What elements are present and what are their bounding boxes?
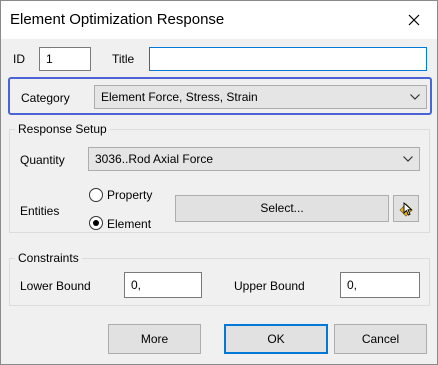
pick-button[interactable] <box>393 195 419 222</box>
close-button[interactable] <box>391 1 437 39</box>
lower-bound-field[interactable]: 0, <box>124 272 202 298</box>
category-label: Category <box>21 91 70 105</box>
dialog: Element Optimization Response ID 1 Title… <box>0 0 438 365</box>
radio-element[interactable] <box>89 216 103 230</box>
radio-property[interactable] <box>89 188 103 202</box>
more-button[interactable]: More <box>108 324 201 354</box>
pick-cursor-icon <box>399 201 413 217</box>
lower-bound-label: Lower Bound <box>20 279 91 293</box>
id-label: ID <box>13 52 25 66</box>
select-button[interactable]: Select... <box>175 195 389 222</box>
category-selected: Element Force, Stress, Strain <box>101 90 258 104</box>
ok-button[interactable]: OK <box>224 324 328 354</box>
window-title: Element Optimization Response <box>10 11 225 28</box>
response-setup-legend: Response Setup <box>15 122 110 136</box>
id-field[interactable]: 1 <box>39 47 91 71</box>
chevron-down-icon <box>403 156 413 162</box>
upper-bound-field[interactable]: 0, <box>340 272 420 298</box>
title-label: Title <box>112 52 135 66</box>
quantity-label: Quantity <box>20 153 65 167</box>
quantity-select[interactable]: 3036..Rod Axial Force <box>88 147 420 171</box>
radio-property-label[interactable]: Property <box>107 188 152 202</box>
quantity-selected: 3036..Rod Axial Force <box>95 152 214 166</box>
title-field[interactable] <box>149 47 427 71</box>
constraints-legend: Constraints <box>15 251 82 265</box>
title-bar: Element Optimization Response <box>1 1 437 39</box>
upper-bound-label: Upper Bound <box>234 279 305 293</box>
chevron-down-icon <box>410 94 420 100</box>
entities-label: Entities <box>20 204 60 218</box>
radio-element-label[interactable]: Element <box>107 217 151 231</box>
close-icon <box>408 14 420 26</box>
category-select[interactable]: Element Force, Stress, Strain <box>94 85 427 109</box>
cancel-button[interactable]: Cancel <box>334 324 427 354</box>
